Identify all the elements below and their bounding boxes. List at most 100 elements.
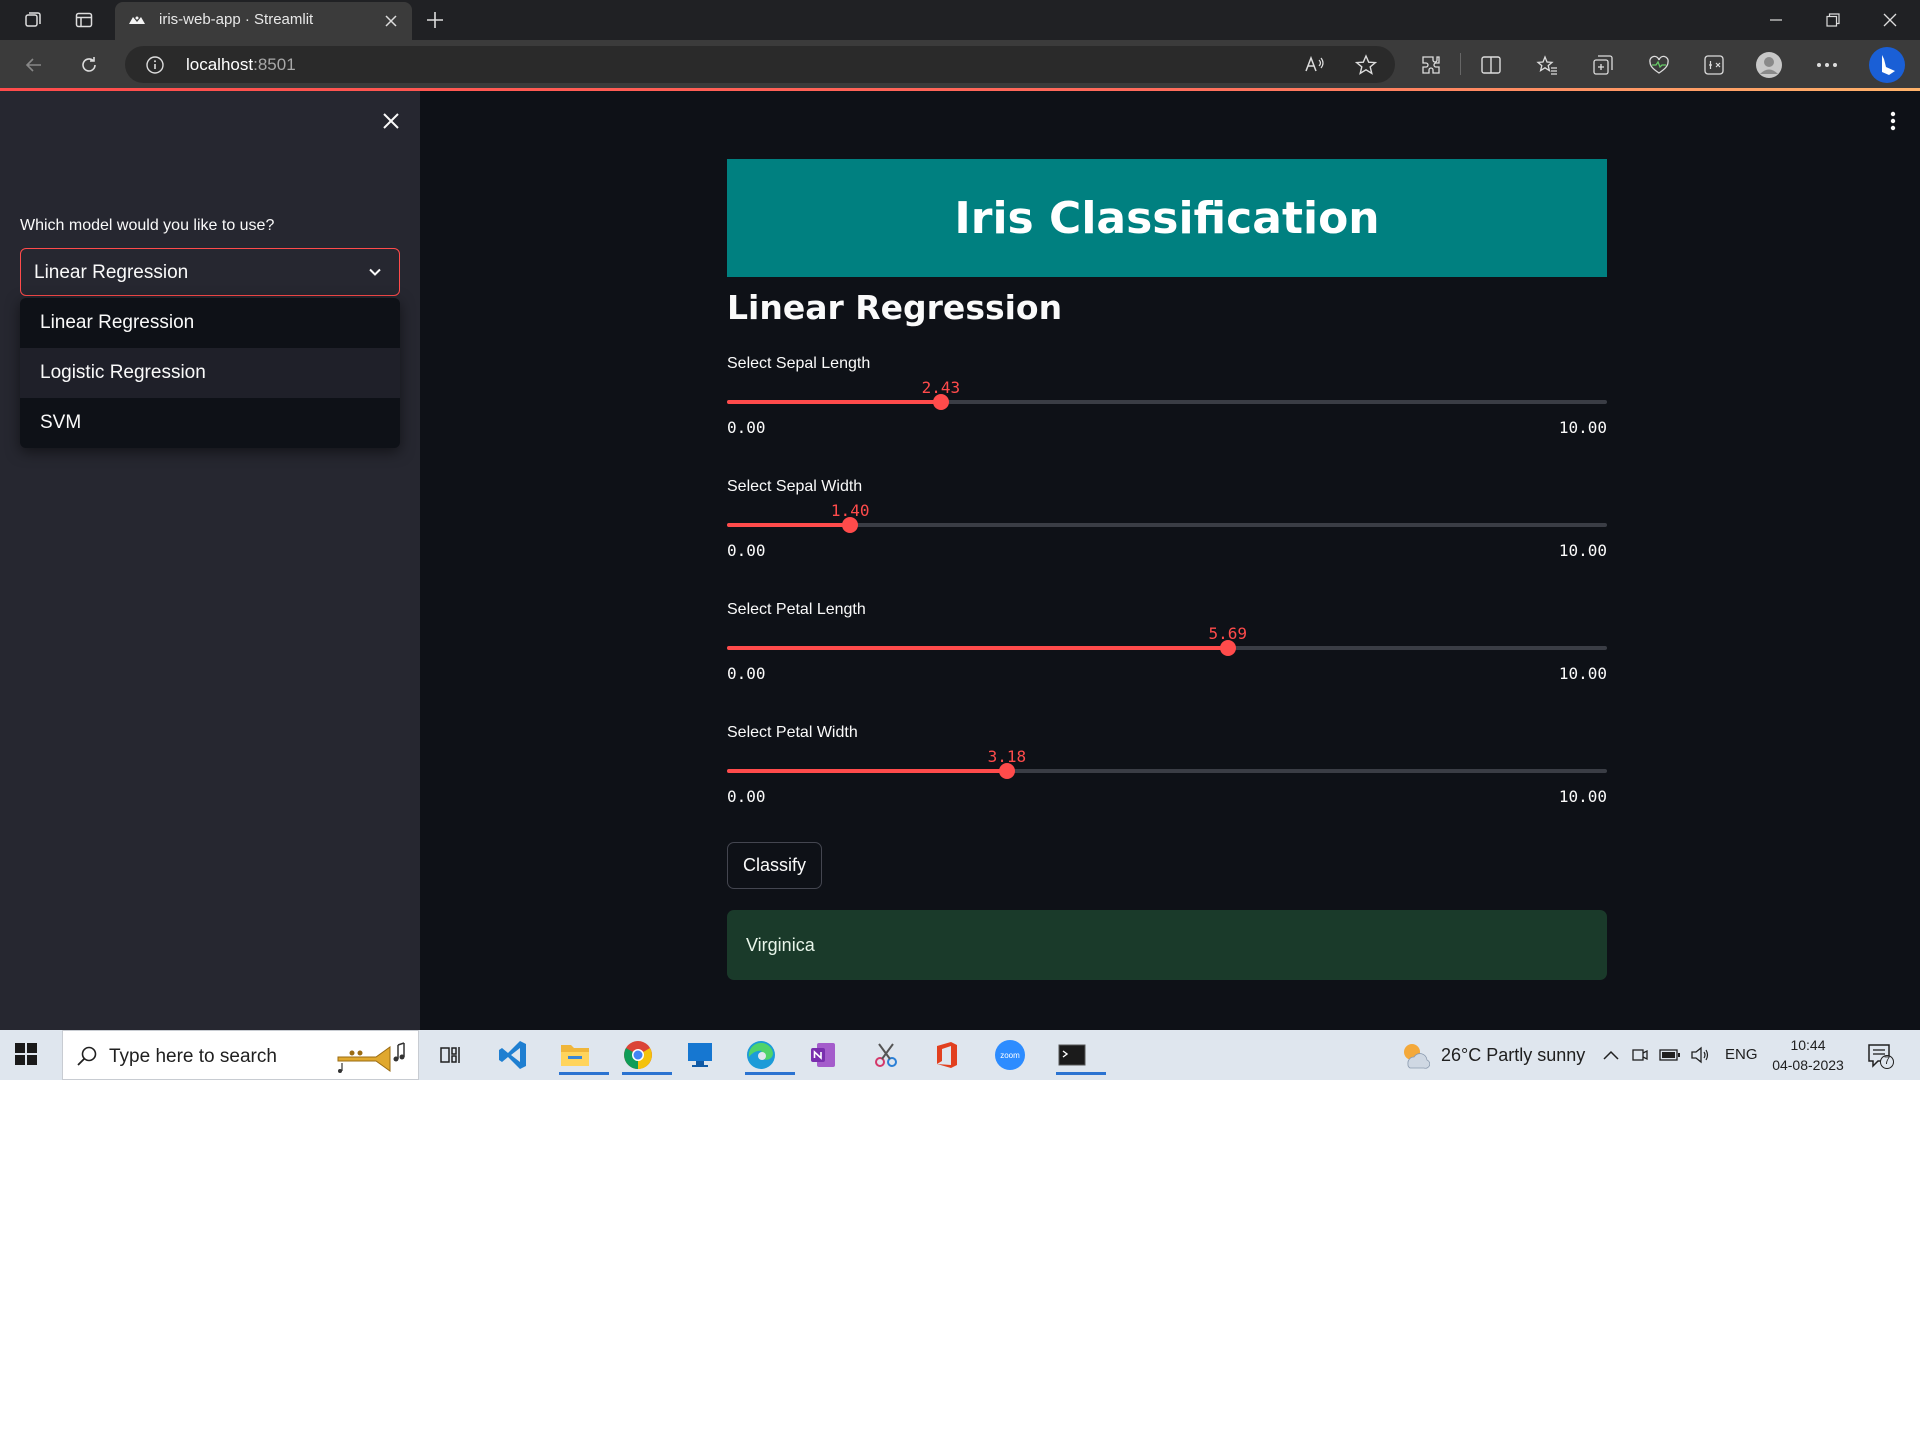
page-title: Iris Classification xyxy=(954,192,1380,244)
slider-max: 10.00 xyxy=(1558,664,1607,683)
windows-taskbar: Type here to search zoom 26°C Partly sun… xyxy=(0,1030,1920,1080)
slider-min: 0.00 xyxy=(727,664,766,683)
weather-partly-sunny-icon[interactable] xyxy=(1400,1040,1430,1070)
meet-now-icon[interactable] xyxy=(1629,1044,1651,1066)
refresh-icon[interactable] xyxy=(73,50,105,80)
window-close-icon[interactable] xyxy=(1862,0,1918,40)
toolbar-separator xyxy=(1460,53,1461,75)
model-select-label: Which model would you like to use? xyxy=(20,217,275,234)
prediction-result-box: Virginica xyxy=(727,910,1607,980)
dropdown-option-logistic-regression[interactable]: Logistic Regression xyxy=(20,348,400,398)
vscode-icon[interactable] xyxy=(493,1035,533,1075)
office-icon[interactable] xyxy=(927,1035,967,1075)
clock[interactable]: 10:44 04-08-2023 xyxy=(1768,1035,1848,1075)
slider-max: 10.00 xyxy=(1558,418,1607,437)
prediction-result-text: Virginica xyxy=(746,935,815,955)
slider-sepal-width: Select Sepal Width 1.40 0.00 10.00 xyxy=(727,478,1607,578)
notification-icon xyxy=(1868,1044,1894,1069)
back-icon[interactable] xyxy=(18,50,50,80)
search-icon xyxy=(77,1046,97,1066)
slider-thumb[interactable] xyxy=(998,763,1015,779)
slider-max: 10.00 xyxy=(1558,541,1607,560)
slider-track[interactable] xyxy=(727,394,1607,410)
windows-start-icon[interactable] xyxy=(14,1042,38,1066)
dropdown-option-linear-regression[interactable]: Linear Regression xyxy=(20,298,400,348)
slider-fill xyxy=(727,646,1228,650)
slider-thumb[interactable] xyxy=(842,517,859,533)
read-aloud-icon[interactable] xyxy=(1302,53,1328,77)
sidebar-close-icon[interactable] xyxy=(378,108,404,134)
tab-close-icon[interactable] xyxy=(380,10,402,32)
terminal-icon[interactable] xyxy=(1052,1035,1106,1075)
volume-icon[interactable] xyxy=(1689,1044,1711,1066)
site-info-icon[interactable] xyxy=(145,55,165,75)
collections-icon[interactable] xyxy=(1589,52,1617,78)
zoom-icon[interactable]: zoom xyxy=(990,1035,1030,1075)
chrome-icon[interactable] xyxy=(618,1035,672,1075)
restore-icon[interactable] xyxy=(1805,0,1861,40)
profile-avatar-icon[interactable] xyxy=(1755,52,1783,78)
slider-track[interactable] xyxy=(727,517,1607,533)
slider-fill xyxy=(727,769,1007,773)
tab-title: iris-web-app · Streamlit xyxy=(159,11,314,28)
slider-label: Select Petal Length xyxy=(727,601,866,618)
slider-petal-width: Select Petal Width 3.18 0.00 10.00 xyxy=(727,724,1607,824)
task-view-icon[interactable] xyxy=(430,1035,470,1075)
input-language[interactable]: ENG xyxy=(1725,1046,1758,1063)
slider-min: 0.00 xyxy=(727,418,766,437)
minimize-icon[interactable] xyxy=(1748,0,1804,40)
slider-sepal-length: Select Sepal Length 2.43 0.00 10.00 xyxy=(727,355,1607,455)
slider-min: 0.00 xyxy=(727,787,766,806)
bing-copilot-icon[interactable] xyxy=(1868,46,1906,84)
slider-petal-length: Select Petal Length 5.69 0.00 10.00 xyxy=(727,601,1607,701)
streamlit-logo-icon xyxy=(129,16,145,24)
chevron-up-icon[interactable] xyxy=(1600,1044,1622,1066)
slider-label: Select Sepal Length xyxy=(727,355,871,372)
file-explorer-icon[interactable] xyxy=(555,1035,609,1075)
model-select[interactable]: Linear Regression xyxy=(20,248,400,296)
classify-button[interactable]: Classify xyxy=(727,842,822,889)
notification-center[interactable]: 7 xyxy=(1866,1042,1896,1070)
settings-more-icon[interactable] xyxy=(1813,52,1841,78)
battery-icon[interactable] xyxy=(1659,1044,1681,1066)
slider-fill xyxy=(727,400,941,404)
tab-actions-icon[interactable] xyxy=(69,6,99,34)
slider-max: 10.00 xyxy=(1558,787,1607,806)
edge-icon[interactable] xyxy=(741,1035,795,1075)
math-solver-icon[interactable] xyxy=(1700,52,1728,78)
clock-date: 04-08-2023 xyxy=(1772,1057,1844,1073)
model-subheader: Linear Regression xyxy=(727,288,1063,327)
slider-fill xyxy=(727,523,851,527)
browser-essentials-icon[interactable] xyxy=(1645,52,1673,78)
favorite-star-icon[interactable] xyxy=(1353,53,1379,77)
chrome-running-indicator xyxy=(622,1072,672,1075)
slider-thumb[interactable] xyxy=(1219,640,1236,656)
notification-count: 7 xyxy=(1883,1055,1891,1067)
trumpet-search-highlight-icon xyxy=(337,1042,405,1073)
url-text: localhost:8501 xyxy=(186,55,296,74)
weather-text[interactable]: 26°C Partly sunny xyxy=(1441,1045,1585,1066)
address-bar[interactable]: localhost:8501 xyxy=(125,46,1395,83)
new-tab-icon[interactable] xyxy=(420,6,450,34)
windows-app-icon[interactable] xyxy=(680,1035,720,1075)
onenote-icon[interactable] xyxy=(803,1035,843,1075)
dropdown-option-svm[interactable]: SVM xyxy=(20,398,400,448)
title-banner: Iris Classification xyxy=(727,159,1607,277)
browser-toolbar: localhost:8501 xyxy=(0,40,1920,89)
snipping-tool-icon[interactable] xyxy=(866,1035,906,1075)
slider-thumb[interactable] xyxy=(932,394,949,410)
workspaces-icon[interactable] xyxy=(18,6,48,34)
search-placeholder: Type here to search xyxy=(109,1046,277,1067)
main-menu-icon[interactable] xyxy=(1880,108,1906,134)
split-screen-icon[interactable] xyxy=(1477,52,1505,78)
slider-track[interactable] xyxy=(727,640,1607,656)
svg-text:zoom: zoom xyxy=(1000,1051,1020,1060)
extensions-icon[interactable] xyxy=(1417,52,1445,78)
tab-streamlit[interactable]: iris-web-app · Streamlit xyxy=(115,2,412,40)
favorites-icon[interactable] xyxy=(1533,52,1561,78)
file-explorer-running-indicator xyxy=(559,1072,609,1075)
slider-label: Select Sepal Width xyxy=(727,478,863,495)
taskbar-search-box[interactable]: Type here to search xyxy=(62,1030,419,1080)
slider-track[interactable] xyxy=(727,763,1607,779)
edge-running-indicator xyxy=(745,1072,795,1075)
